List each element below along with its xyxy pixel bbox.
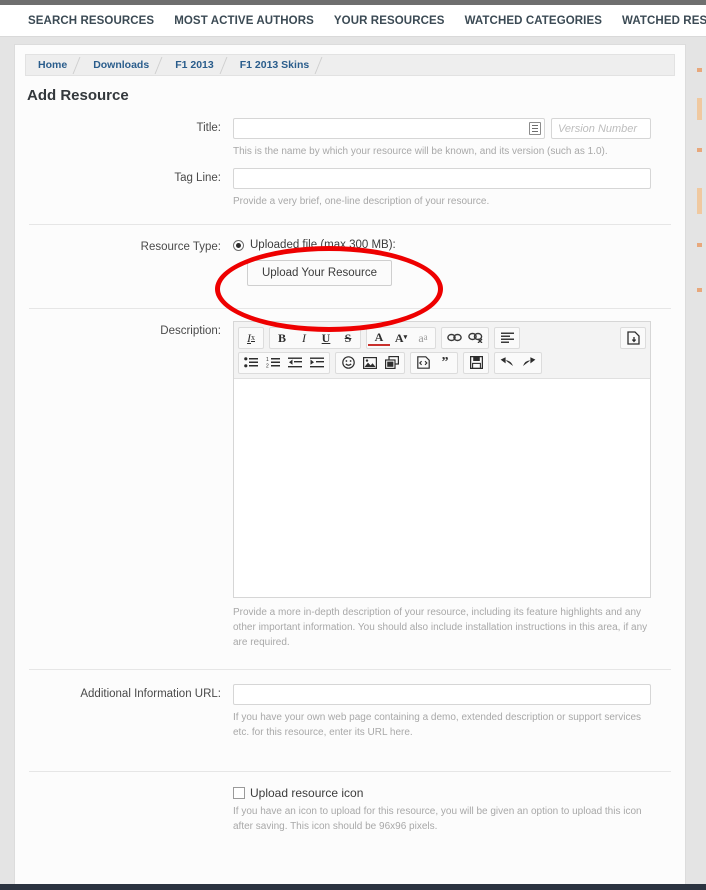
toolbar-group-block: ” xyxy=(410,351,458,374)
save-draft-icon[interactable] xyxy=(465,353,487,373)
toolbar-group-lists: 12 xyxy=(238,351,330,374)
outdent-icon[interactable] xyxy=(284,353,306,373)
description-hint: Provide a more in-depth description of y… xyxy=(233,607,648,648)
italic-icon[interactable]: I xyxy=(293,328,315,348)
title-hint: This is the name by which your resource … xyxy=(233,146,608,157)
remove-link-icon[interactable] xyxy=(465,328,487,348)
breadcrumb-separator-icon xyxy=(309,54,335,76)
offscreen-right-column xyxy=(697,38,706,885)
numbered-list-icon[interactable]: 12 xyxy=(262,353,284,373)
breadcrumb: Home Downloads F1 2013 F1 2013 Skins xyxy=(25,54,675,76)
description-textarea[interactable] xyxy=(234,379,650,597)
form-row-resource-icon: Upload resource icon If you have an icon… xyxy=(15,772,685,843)
sliver-mark xyxy=(697,188,702,214)
tagline-label: Tag Line: xyxy=(174,172,221,184)
main-content-panel: Home Downloads F1 2013 F1 2013 Skins Add… xyxy=(14,44,686,887)
toolbar-group-save xyxy=(463,351,489,374)
add-resource-form: Title: This is the name by which your re… xyxy=(15,118,685,843)
insert-media-icon[interactable] xyxy=(381,353,403,373)
smilie-icon[interactable] xyxy=(337,353,359,373)
bullet-list-icon[interactable] xyxy=(240,353,262,373)
uploaded-file-radio[interactable] xyxy=(233,239,244,251)
toolbar-group-link xyxy=(441,326,489,349)
breadcrumb-separator-icon xyxy=(67,54,93,76)
additional-url-hint: If you have your own web page containing… xyxy=(233,712,642,738)
tagline-hint: Provide a very brief, one-line descripti… xyxy=(233,196,490,207)
description-label: Description: xyxy=(160,325,221,337)
insert-quote-icon[interactable]: ” xyxy=(434,353,456,373)
svg-text:1: 1 xyxy=(266,357,269,363)
nav-item-your-resources[interactable]: YOUR RESOURCES xyxy=(334,15,445,27)
redo-icon[interactable] xyxy=(518,353,540,373)
breadcrumb-separator-icon xyxy=(149,54,175,76)
toolbar-group-clear: Ix xyxy=(238,326,264,349)
align-icon[interactable] xyxy=(496,328,518,348)
sliver-mark xyxy=(697,98,702,120)
os-taskbar xyxy=(0,884,706,890)
toolbar-group-font: A A ▾ aa xyxy=(366,326,436,349)
upload-resource-icon-row[interactable]: Upload resource icon xyxy=(233,786,671,800)
text-color-icon[interactable]: A xyxy=(368,330,390,346)
bold-icon[interactable]: B xyxy=(271,328,293,348)
toggle-source-icon[interactable] xyxy=(622,328,644,348)
breadcrumb-item-f1-2013[interactable]: F1 2013 xyxy=(175,59,214,71)
nav-item-most-active-authors[interactable]: MOST ACTIVE AUTHORS xyxy=(174,15,314,27)
upload-resource-icon-label: Upload resource icon xyxy=(250,786,364,800)
remove-format-icon[interactable]: Ix xyxy=(240,328,262,348)
toolbar-group-align xyxy=(494,326,520,349)
uploaded-file-radio-row[interactable]: Uploaded file (max 300 MB): xyxy=(233,237,671,251)
insert-image-icon[interactable] xyxy=(359,353,381,373)
editor-toolbar: Ix B I U S A A ▾ aa 1 2 ” xyxy=(234,322,650,379)
form-row-resource-type: Resource Type: Uploaded file (max 300 MB… xyxy=(15,225,685,286)
breadcrumb-separator-icon xyxy=(214,54,240,76)
additional-url-input[interactable] xyxy=(233,684,651,705)
insert-link-icon[interactable] xyxy=(443,328,465,348)
toolbar-group-history xyxy=(494,351,542,374)
nav-item-search-resources[interactable]: SEARCH RESOURCES xyxy=(28,15,154,27)
title-input[interactable] xyxy=(233,118,545,139)
uploaded-file-radio-label: Uploaded file (max 300 MB): xyxy=(250,239,396,251)
toolbar-group-insert xyxy=(335,351,405,374)
page-title: Add Resource xyxy=(27,87,129,104)
resource-type-label: Resource Type: xyxy=(140,241,221,253)
site-navbar: SEARCH RESOURCES MOST ACTIVE AUTHORS YOU… xyxy=(0,5,706,37)
breadcrumb-item-home[interactable]: Home xyxy=(38,59,67,71)
version-number-input[interactable] xyxy=(551,118,651,139)
title-label: Title: xyxy=(196,122,222,134)
strikethrough-icon[interactable]: S xyxy=(337,328,359,348)
nav-item-watched-categories[interactable]: WATCHED CATEGORIES xyxy=(465,15,602,27)
undo-icon[interactable] xyxy=(496,353,518,373)
insert-code-icon[interactable] xyxy=(412,353,434,373)
font-family-icon[interactable]: aa xyxy=(412,328,434,348)
form-row-title: Title: This is the name by which your re… xyxy=(15,118,685,168)
tagline-input[interactable] xyxy=(233,168,651,189)
font-size-icon[interactable]: A ▾ xyxy=(390,328,412,348)
indent-icon[interactable] xyxy=(306,353,328,373)
toolbar-group-source xyxy=(620,326,646,349)
nav-item-watched-resources[interactable]: WATCHED RESOURCES xyxy=(622,15,706,27)
upload-resource-icon-checkbox[interactable] xyxy=(233,787,245,799)
breadcrumb-item-downloads[interactable]: Downloads xyxy=(93,59,149,71)
additional-url-label: Additional Information URL: xyxy=(80,688,221,700)
form-row-description: Description: Ix B I U S A A ▾ a a 1 2 ” … xyxy=(15,309,685,659)
sliver-mark xyxy=(697,148,702,152)
toolbar-group-style: B I U S xyxy=(269,326,361,349)
editor-toolbar-row-2: 12 ” xyxy=(238,350,646,375)
editor-toolbar-row-1: Ix B I U S A A ▾ aa xyxy=(238,325,646,350)
underline-icon[interactable]: U xyxy=(315,328,337,348)
resource-icon-hint: If you have an icon to upload for this r… xyxy=(233,806,642,832)
sliver-mark xyxy=(697,288,702,292)
sliver-mark xyxy=(697,243,702,247)
form-row-additional-url: Additional Information URL: If you have … xyxy=(15,670,685,749)
breadcrumb-item-f1-2013-skins[interactable]: F1 2013 Skins xyxy=(240,59,309,71)
upload-your-resource-button[interactable]: Upload Your Resource xyxy=(247,260,392,286)
form-row-tagline: Tag Line: Provide a very brief, one-line… xyxy=(15,168,685,218)
svg-text:2: 2 xyxy=(266,364,269,369)
rich-text-editor: Ix B I U S A A ▾ aa 1 2 ” xyxy=(233,321,651,598)
sliver-mark xyxy=(697,68,702,72)
page-template-icon[interactable] xyxy=(529,122,541,135)
resource-icon-spacer xyxy=(29,786,233,843)
